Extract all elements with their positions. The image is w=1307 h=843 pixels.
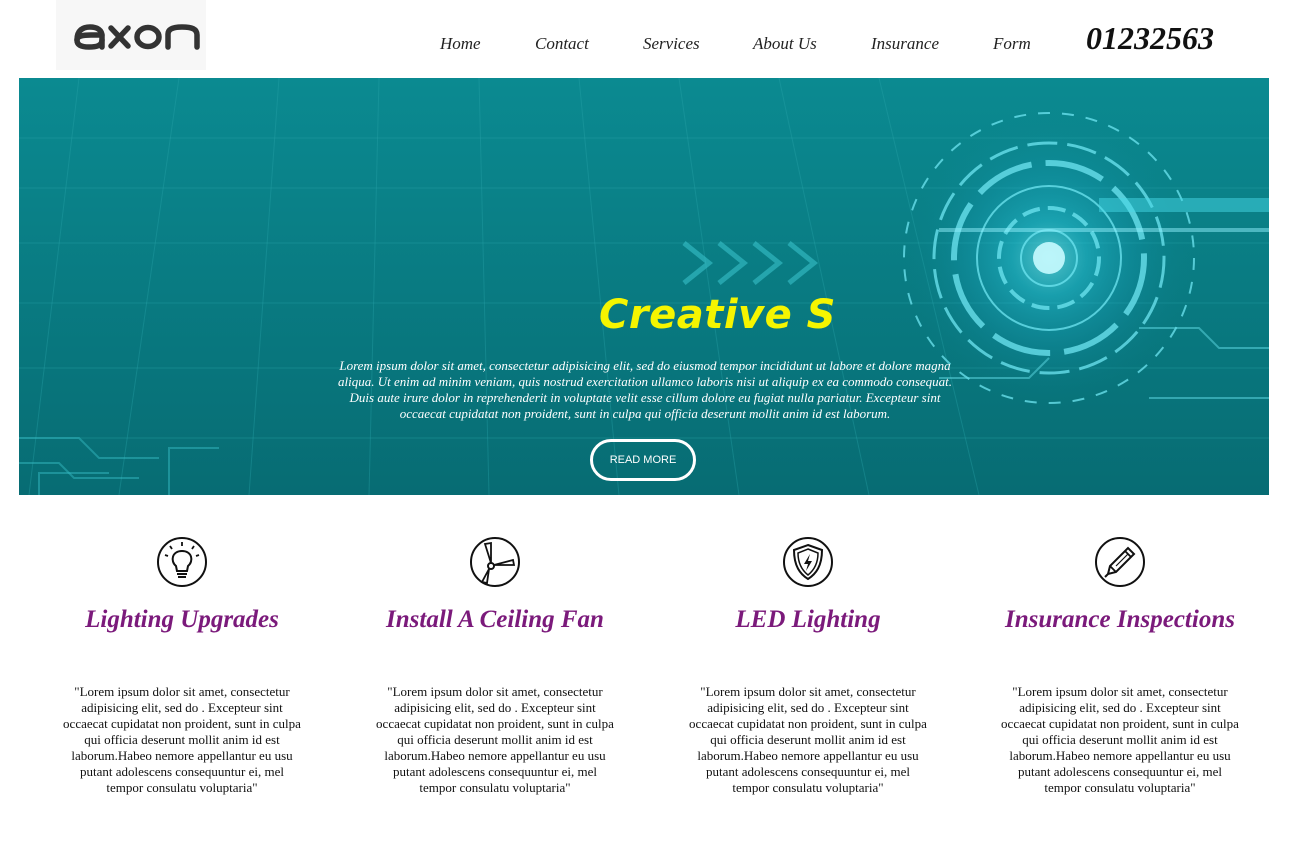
hero-description: Lorem ipsum dolor sit amet, consectetur … [337,358,953,421]
feature-led-lighting: LED Lighting "Lorem ipsum dolor sit amet… [683,536,933,796]
nav-insurance[interactable]: Insurance [871,34,939,54]
feature-install-ceiling-fan: Install A Ceiling Fan "Lorem ipsum dolor… [370,536,620,796]
nav-services[interactable]: Services [643,34,700,54]
ceiling-fan-icon [470,537,520,587]
feature-insurance-inspections: Insurance Inspections "Lorem ipsum dolor… [995,536,1245,796]
logo[interactable]: axon [56,0,206,70]
site-header: axon Home Contact Services About Us Insu… [0,0,1307,78]
axon-logo-icon [74,24,200,50]
feature-description: "Lorem ipsum dolor sit amet, consectetur… [689,684,927,795]
nav-form[interactable]: Form [993,34,1031,54]
read-more-button[interactable]: READ MORE [590,439,696,481]
feature-title: LED Lighting [735,606,881,633]
circuit-background-image [19,78,1269,495]
nav-about-us[interactable]: About Us [753,34,817,54]
nav-contact[interactable]: Contact [535,34,589,54]
hero-title: Creative S [599,292,836,338]
hero-banner: Creative S Lorem ipsum dolor sit amet, c… [19,78,1269,495]
pen-icon [1095,537,1145,587]
nav-home[interactable]: Home [440,34,481,54]
feature-lighting-upgrades: Lighting Upgrades "Lorem ipsum dolor sit… [57,536,307,796]
lightbulb-icon [157,537,207,587]
feature-description: "Lorem ipsum dolor sit amet, consectetur… [376,684,614,795]
phone-number[interactable]: 01232563 [1086,20,1214,57]
feature-description: "Lorem ipsum dolor sit amet, consectetur… [63,684,301,795]
feature-title: Lighting Upgrades [85,606,279,633]
feature-description: "Lorem ipsum dolor sit amet, consectetur… [1001,684,1239,795]
shield-bolt-icon [783,537,833,587]
feature-title: Insurance Inspections [1005,606,1235,633]
feature-title: Install A Ceiling Fan [386,606,604,633]
